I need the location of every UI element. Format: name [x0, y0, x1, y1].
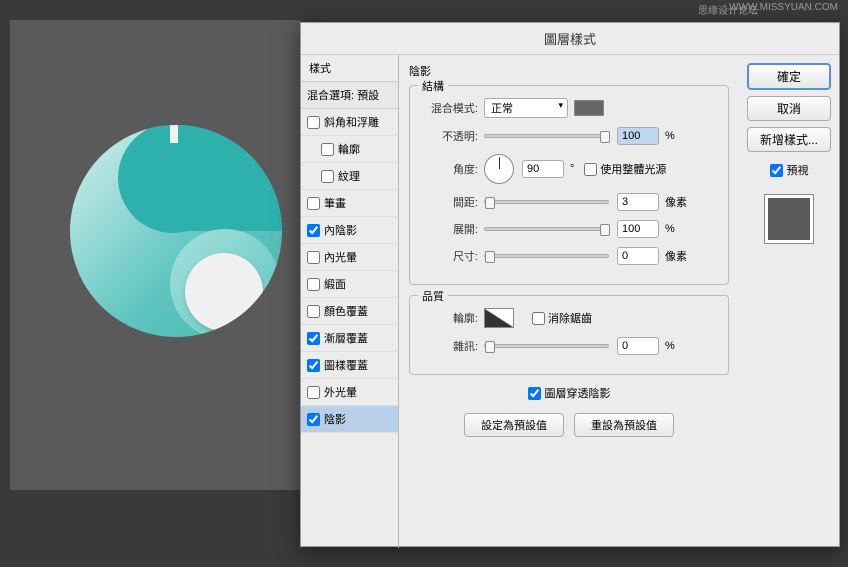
distance-slider[interactable]	[484, 200, 609, 204]
effect-label: 顏色覆蓋	[324, 303, 368, 319]
quality-fieldset: 品質 輪廓: 消除鋸齒 雜訊: %	[409, 295, 729, 375]
angle-input[interactable]	[522, 160, 564, 178]
watermark-text: 思缘设计论坛	[698, 2, 758, 17]
effect-checkbox[interactable]	[321, 143, 334, 156]
effect-label: 內光暈	[324, 249, 357, 265]
distance-label: 間距:	[420, 194, 478, 210]
effect-label: 筆畫	[324, 195, 346, 211]
set-default-button[interactable]: 設定為預設值	[464, 413, 564, 437]
opacity-label: 不透明:	[420, 128, 478, 144]
effect-item[interactable]: 斜角和浮雕	[301, 109, 398, 136]
effect-checkbox[interactable]	[307, 251, 320, 264]
spread-slider[interactable]	[484, 227, 609, 231]
ok-button[interactable]: 確定	[747, 63, 831, 90]
effect-checkbox[interactable]	[321, 170, 334, 183]
effect-checkbox[interactable]	[307, 197, 320, 210]
effect-item[interactable]: 漸層覆蓋	[301, 325, 398, 352]
effect-label: 輪廓	[338, 141, 360, 157]
shadow-color-swatch[interactable]	[574, 100, 604, 116]
size-label: 尺寸:	[420, 248, 478, 264]
effect-checkbox[interactable]	[307, 278, 320, 291]
effect-item[interactable]: 顏色覆蓋	[301, 298, 398, 325]
dialog-title: 圖層樣式	[301, 23, 839, 55]
effects-list: 樣式 混合選項: 預設 斜角和浮雕輪廓紋理筆畫內陰影內光暈緞面顏色覆蓋漸層覆蓋圖…	[301, 55, 399, 548]
new-style-button[interactable]: 新增樣式...	[747, 127, 831, 152]
spread-input[interactable]	[617, 220, 659, 238]
global-light-checkbox[interactable]	[584, 163, 597, 176]
settings-panel: 陰影 結構 混合模式: 正常 不透明: % 角	[399, 55, 739, 548]
opacity-input[interactable]	[617, 127, 659, 145]
canvas-area	[10, 20, 300, 490]
effect-label: 外光暈	[324, 384, 357, 400]
structure-label: 結構	[418, 78, 448, 94]
noise-input[interactable]	[617, 337, 659, 355]
opacity-unit: %	[665, 130, 675, 142]
preview-swatch	[764, 194, 814, 244]
cancel-button[interactable]: 取消	[747, 96, 831, 121]
blend-mode-label: 混合模式:	[420, 100, 478, 116]
effect-item[interactable]: 緞面	[301, 271, 398, 298]
effect-checkbox[interactable]	[307, 386, 320, 399]
spread-label: 展開:	[420, 221, 478, 237]
effect-label: 陰影	[324, 411, 346, 427]
effect-label: 斜角和浮雕	[324, 114, 379, 130]
global-light-check[interactable]: 使用整體光源	[584, 161, 666, 177]
effect-checkbox[interactable]	[307, 332, 320, 345]
knockout-checkbox[interactable]	[528, 387, 541, 400]
angle-dial[interactable]	[484, 154, 514, 184]
effect-item[interactable]: 內陰影	[301, 217, 398, 244]
effect-item[interactable]: 外光暈	[301, 379, 398, 406]
distance-unit: 像素	[665, 194, 687, 210]
noise-label: 雜訊:	[420, 338, 478, 354]
effect-checkbox[interactable]	[307, 305, 320, 318]
preview-checkbox[interactable]	[770, 164, 783, 177]
quality-label: 品質	[418, 288, 448, 304]
distance-input[interactable]	[617, 193, 659, 211]
effect-checkbox[interactable]	[307, 413, 320, 426]
effect-checkbox[interactable]	[307, 359, 320, 372]
panel-title: 陰影	[409, 63, 729, 79]
effect-checkbox[interactable]	[307, 116, 320, 129]
structure-fieldset: 結構 混合模式: 正常 不透明: % 角度:	[409, 85, 729, 285]
blend-options-item[interactable]: 混合選項: 預設	[301, 82, 398, 109]
size-unit: 像素	[665, 248, 687, 264]
knockout-label: 圖層穿透陰影	[545, 385, 611, 401]
preview-check[interactable]: 預視	[747, 162, 831, 178]
antialias-check[interactable]: 消除鋸齒	[532, 310, 592, 326]
effect-item[interactable]: 陰影	[301, 406, 398, 433]
effect-label: 內陰影	[324, 222, 357, 238]
layer-style-dialog: 圖層樣式 樣式 混合選項: 預設 斜角和浮雕輪廓紋理筆畫內陰影內光暈緞面顏色覆蓋…	[300, 22, 840, 547]
effect-item[interactable]: 紋理	[301, 163, 398, 190]
styles-header[interactable]: 樣式	[301, 55, 398, 82]
noise-unit: %	[665, 340, 675, 352]
size-input[interactable]	[617, 247, 659, 265]
right-button-column: 確定 取消 新增樣式... 預視	[739, 55, 839, 548]
antialias-checkbox[interactable]	[532, 312, 545, 325]
contour-picker[interactable]	[484, 308, 514, 328]
angle-unit: °	[570, 163, 574, 175]
angle-label: 角度:	[420, 161, 478, 177]
effect-label: 緞面	[324, 276, 346, 292]
effect-label: 漸層覆蓋	[324, 330, 368, 346]
blend-mode-select[interactable]: 正常	[484, 98, 568, 118]
spread-unit: %	[665, 223, 675, 235]
artwork-circle	[70, 125, 282, 337]
contour-label: 輪廓:	[420, 310, 478, 326]
reset-default-button[interactable]: 重設為預設值	[574, 413, 674, 437]
noise-slider[interactable]	[484, 344, 609, 348]
effect-item[interactable]: 筆畫	[301, 190, 398, 217]
effect-label: 圖樣覆蓋	[324, 357, 368, 373]
size-slider[interactable]	[484, 254, 609, 258]
effect-item[interactable]: 內光暈	[301, 244, 398, 271]
effect-item[interactable]: 圖樣覆蓋	[301, 352, 398, 379]
opacity-slider[interactable]	[484, 134, 609, 138]
effect-checkbox[interactable]	[307, 224, 320, 237]
effect-item[interactable]: 輪廓	[301, 136, 398, 163]
effect-label: 紋理	[338, 168, 360, 184]
